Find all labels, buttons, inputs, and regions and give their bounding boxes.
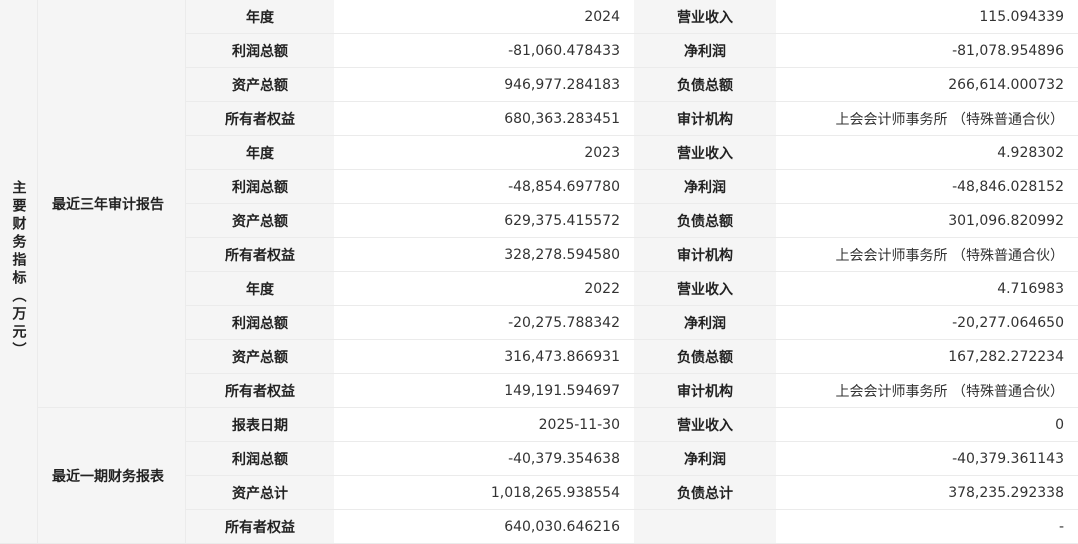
row-value: 1,018,265.938554 xyxy=(334,476,634,510)
financial-indicators-table: 主要财务指标（万元） 最近三年审计报告 年度 2024 营业收入 115.094339 利润… xyxy=(0,0,1078,544)
row-value-2: -40,379.361143 xyxy=(776,442,1078,476)
row-value-2: 4.928302 xyxy=(776,136,1078,170)
row-value: -81,060.478433 xyxy=(334,34,634,68)
row-value-2: -81,078.954896 xyxy=(776,34,1078,68)
row-value-2: 378,235.292338 xyxy=(776,476,1078,510)
section-title: 最近一期财务报表 xyxy=(38,408,186,544)
row-value-2: - xyxy=(776,510,1078,544)
row-value: 316,473.866931 xyxy=(334,340,634,374)
row-label: 年度 xyxy=(186,0,334,34)
row-label: 所有者权益 xyxy=(186,238,334,272)
row-label: 所有者权益 xyxy=(186,374,334,408)
row-value: -40,379.354638 xyxy=(334,442,634,476)
row-label: 资产总额 xyxy=(186,340,334,374)
row-value: 2024 xyxy=(334,0,634,34)
section-title: 最近三年审计报告 xyxy=(38,0,186,408)
row-value-2: 4.716983 xyxy=(776,272,1078,306)
row-label: 资产总计 xyxy=(186,476,334,510)
row-label: 利润总额 xyxy=(186,442,334,476)
row-label-2: 负债总额 xyxy=(634,340,776,374)
category-header: 主要财务指标（万元） xyxy=(0,0,38,544)
row-label-2: 营业收入 xyxy=(634,408,776,442)
row-label: 所有者权益 xyxy=(186,510,334,544)
row-value-2: -48,846.028152 xyxy=(776,170,1078,204)
row-label-2: 审计机构 xyxy=(634,102,776,136)
row-value: 640,030.646216 xyxy=(334,510,634,544)
row-label: 资产总额 xyxy=(186,204,334,238)
table-body: 主要财务指标（万元） 最近三年审计报告 年度 2024 营业收入 115.094339 利润… xyxy=(0,0,1078,544)
row-value: -48,854.697780 xyxy=(334,170,634,204)
row-label-2: 营业收入 xyxy=(634,136,776,170)
row-value: -20,275.788342 xyxy=(334,306,634,340)
row-value-2: 115.094339 xyxy=(776,0,1078,34)
row-value: 946,977.284183 xyxy=(334,68,634,102)
row-label-2 xyxy=(634,510,776,544)
row-label-2: 负债总额 xyxy=(634,68,776,102)
row-label: 利润总额 xyxy=(186,306,334,340)
table-row: 主要财务指标（万元） 最近三年审计报告 年度 2024 营业收入 115.094339 xyxy=(0,0,1078,544)
row-value-2: 上会会计师事务所 （特殊普通合伙） xyxy=(776,374,1078,408)
row-value-2: 0 xyxy=(776,408,1078,442)
row-label: 报表日期 xyxy=(186,408,334,442)
row-label-2: 审计机构 xyxy=(634,238,776,272)
row-value: 2023 xyxy=(334,136,634,170)
row-label: 所有者权益 xyxy=(186,102,334,136)
row-label-2: 净利润 xyxy=(634,170,776,204)
row-label-2: 负债总额 xyxy=(634,204,776,238)
row-value-2: 167,282.272234 xyxy=(776,340,1078,374)
row-label: 年度 xyxy=(186,272,334,306)
row-value-2: 上会会计师事务所 （特殊普通合伙） xyxy=(776,238,1078,272)
row-label: 利润总额 xyxy=(186,34,334,68)
row-label-2: 净利润 xyxy=(634,442,776,476)
row-value-2: 266,614.000732 xyxy=(776,68,1078,102)
table-row: 最近一期财务报表 报表日期 2025-11-30 营业收入 0 xyxy=(0,408,1078,544)
row-value-2: 上会会计师事务所 （特殊普通合伙） xyxy=(776,102,1078,136)
row-value: 629,375.415572 xyxy=(334,204,634,238)
row-value-2: 301,096.820992 xyxy=(776,204,1078,238)
row-label-2: 营业收入 xyxy=(634,0,776,34)
row-label-2: 审计机构 xyxy=(634,374,776,408)
row-value: 2025-11-30 xyxy=(334,408,634,442)
row-value: 680,363.283451 xyxy=(334,102,634,136)
category-label: 主要财务指标（万元） xyxy=(10,179,27,360)
row-value: 328,278.594580 xyxy=(334,238,634,272)
row-label-2: 净利润 xyxy=(634,306,776,340)
row-label: 年度 xyxy=(186,136,334,170)
row-label: 资产总额 xyxy=(186,68,334,102)
row-label-2: 负债总计 xyxy=(634,476,776,510)
row-label: 利润总额 xyxy=(186,170,334,204)
row-value-2: -20,277.064650 xyxy=(776,306,1078,340)
row-value: 2022 xyxy=(334,272,634,306)
row-value: 149,191.594697 xyxy=(334,374,634,408)
row-label-2: 营业收入 xyxy=(634,272,776,306)
row-label-2: 净利润 xyxy=(634,34,776,68)
